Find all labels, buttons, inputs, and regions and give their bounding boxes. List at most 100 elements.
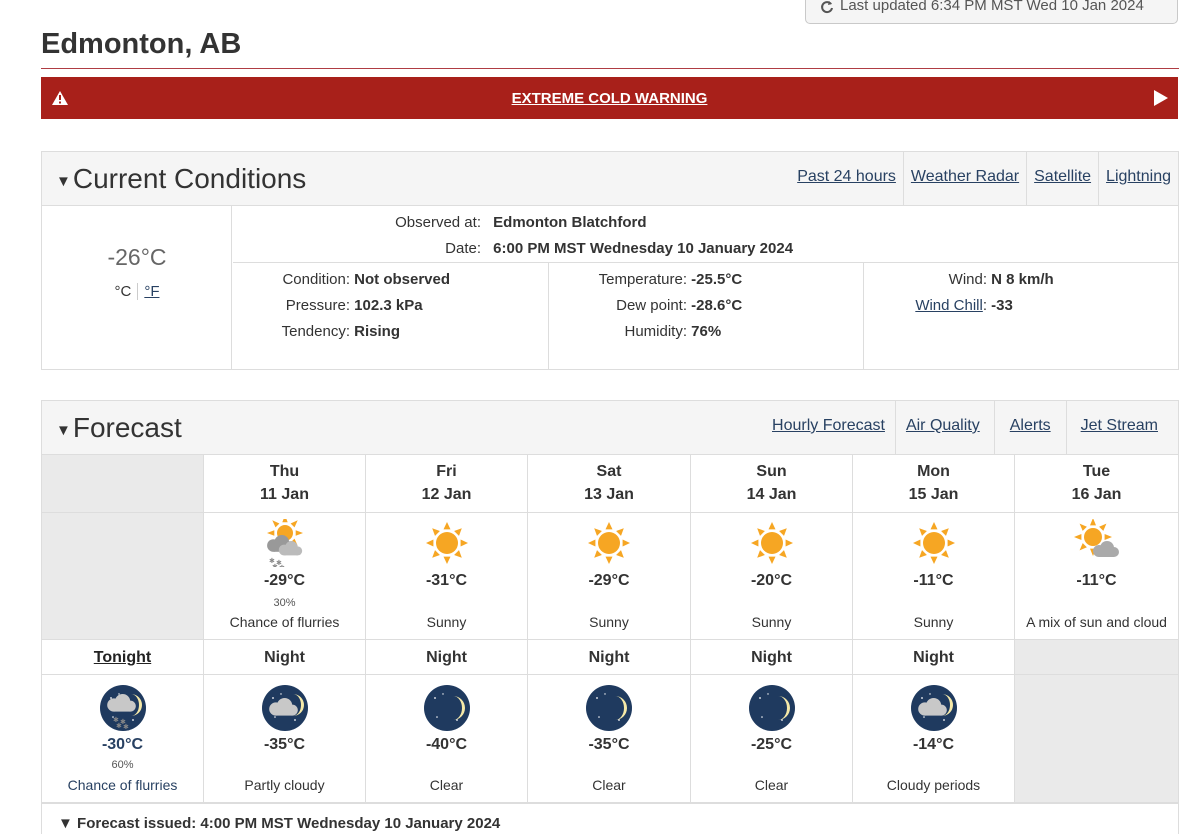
current-conditions-panel: ▼Current Conditions Past 24 hours Weathe…	[41, 151, 1179, 370]
night-summary: Clear	[592, 777, 626, 793]
forecast-issued-toggle[interactable]: ▼ Forecast issued: 4:00 PM MST Wednesday…	[42, 803, 1178, 834]
night-header: Night	[691, 640, 853, 675]
wind-chill-link[interactable]: Wind Chill	[915, 297, 983, 314]
link-weather-radar[interactable]: Weather Radar	[902, 152, 1026, 206]
collapse-caret-icon[interactable]: ▼	[56, 173, 71, 190]
day-date: 15 Jan	[908, 486, 959, 503]
warning-banner[interactable]: EXTREME COLD WARNING	[41, 77, 1178, 119]
current-conditions-title[interactable]: ▼Current Conditions	[56, 163, 306, 195]
day-summary: Chance of flurries	[229, 614, 340, 630]
pressure-value: 102.3 kPa	[354, 297, 423, 314]
unit-toggle: °C °F	[42, 283, 232, 300]
warning-link[interactable]: EXTREME COLD WARNING	[512, 90, 708, 107]
sun-icon	[912, 522, 955, 564]
link-past-24-hours[interactable]: Past 24 hours	[790, 152, 903, 206]
collapse-caret-icon[interactable]: ▼	[56, 422, 71, 439]
day-date: 13 Jan	[584, 486, 634, 503]
day-forecast[interactable]: -29°C Sunny	[528, 513, 691, 640]
wind-label: Wind:	[948, 271, 987, 288]
dewpoint-label: Dew point:	[616, 297, 687, 314]
forecast-row-label-blank	[42, 513, 204, 640]
night-forecast[interactable]: -35°C Clear	[528, 675, 691, 803]
link-hourly-forecast[interactable]: Hourly Forecast	[762, 401, 895, 455]
night-temperature: -40°C	[425, 736, 468, 753]
tonight-header[interactable]: Tonight	[42, 640, 204, 675]
observed-label: Observed at:	[395, 214, 481, 231]
day-temperature: -29°C	[263, 572, 306, 589]
last-updated-box[interactable]: Last updated 6:34 PM MST Wed 10 Jan 2024	[805, 0, 1178, 24]
day-summary: Sunny	[913, 614, 954, 630]
unit-fahrenheit-link[interactable]: °F	[138, 283, 159, 300]
night-header: Night	[528, 640, 691, 675]
day-temperature: -20°C	[750, 572, 793, 589]
day-temperature: -31°C	[425, 572, 468, 589]
night-temperature: -25°C	[750, 736, 793, 753]
day-header: Fri 12 Jan	[366, 455, 528, 513]
current-conditions-header: ▼Current Conditions Past 24 hours Weathe…	[42, 152, 1178, 206]
day-name: Thu	[269, 463, 300, 480]
day-header: Tue 16 Jan	[1015, 455, 1178, 513]
conditions-column-3: Wind: N 8 km/h Wind Chill: -33	[863, 263, 1178, 369]
tonight-link[interactable]: Tonight	[42, 649, 203, 667]
day-summary: A mix of sun and cloud	[1026, 614, 1167, 630]
moon-cloud-snow-icon: ✱ ✱✱ ✱	[99, 685, 146, 731]
forecast-title[interactable]: ▼Forecast	[56, 412, 182, 444]
day-name: Sat	[596, 463, 622, 480]
night-forecast[interactable]: -14°C Cloudy periods	[853, 675, 1015, 803]
link-alerts[interactable]: Alerts	[993, 401, 1066, 455]
current-temp-box: -26°C °C °F	[42, 206, 232, 369]
page-title: Edmonton, AB	[41, 28, 242, 60]
date-label: Date:	[445, 240, 481, 257]
night-forecast[interactable]: -25°C Clear	[691, 675, 853, 803]
link-air-quality[interactable]: Air Quality	[894, 401, 994, 455]
night-label: Night	[913, 649, 954, 666]
day-date: 11 Jan	[260, 486, 309, 503]
night-header: Night	[853, 640, 1015, 675]
night-label: Night	[264, 649, 305, 666]
day-forecast[interactable]: -20°C Sunny	[691, 513, 853, 640]
night-forecast[interactable]: ✱ ✱ ✱ ✱ -30°C 60% Chance of flurries	[42, 675, 204, 803]
wind-chill-value: -33	[991, 297, 1013, 314]
temperature-value: -25.5°C	[691, 271, 743, 288]
night-label: Night	[588, 649, 630, 666]
link-lightning[interactable]: Lightning	[1098, 152, 1178, 206]
night-forecast[interactable]: -40°C Clear	[366, 675, 528, 803]
moon-cloud-icon	[261, 685, 308, 731]
condition-value: Not observed	[354, 271, 451, 288]
date-value: 6:00 PM MST Wednesday 10 January 2024	[493, 240, 794, 257]
sun-cloud-icon	[1073, 519, 1119, 557]
night-header: Night	[204, 640, 366, 675]
wind-value: N 8 km/h	[991, 271, 1054, 288]
night-temperature: -30°C	[101, 736, 144, 753]
expand-arrow-icon[interactable]	[1154, 90, 1168, 106]
day-forecast[interactable]: -11°C A mix of sun and cloud	[1015, 513, 1178, 640]
last-updated-text: Last updated 6:34 PM MST Wed 10 Jan 2024	[840, 0, 1144, 14]
night-temperature: -35°C	[263, 736, 306, 753]
forecast-links: Hourly Forecast Air Quality Alerts Jet S…	[762, 401, 1178, 455]
night-summary: Cloudy periods	[886, 777, 981, 793]
day-header: Thu 11 Jan	[204, 455, 366, 513]
issued-caret-icon: ▼	[58, 815, 73, 832]
moon-cloud-icon	[910, 685, 957, 731]
condition-label: Condition:	[282, 271, 350, 288]
svg-text:✱: ✱	[116, 722, 122, 730]
svg-text:✱: ✱	[123, 723, 129, 731]
day-temperature: -11°C	[1076, 572, 1117, 589]
link-jet-stream[interactable]: Jet Stream	[1065, 401, 1178, 455]
day-forecast[interactable]: -31°C Sunny	[366, 513, 528, 640]
day-date: 16 Jan	[1071, 486, 1122, 503]
day-forecast[interactable]: -11°C Sunny	[853, 513, 1015, 640]
pressure-label: Pressure:	[285, 297, 350, 314]
observation-info: Observed at: Edmonton Blatchford Date: 6…	[233, 206, 1178, 263]
moon-icon	[586, 685, 632, 731]
night-blank-header	[1015, 640, 1178, 675]
precip-probability: 30%	[273, 597, 296, 609]
observed-value: Edmonton Blatchford	[493, 214, 647, 231]
link-satellite[interactable]: Satellite	[1026, 152, 1098, 206]
humidity-label: Humidity:	[624, 323, 687, 340]
day-forecast[interactable]: ✱✱✱✱ -29°C 30% Chance of flurries	[204, 513, 366, 640]
sun-icon	[588, 522, 630, 564]
night-forecast[interactable]: -35°C Partly cloudy	[204, 675, 366, 803]
temperature-label: Temperature:	[598, 271, 687, 288]
night-label: Night	[751, 649, 792, 666]
